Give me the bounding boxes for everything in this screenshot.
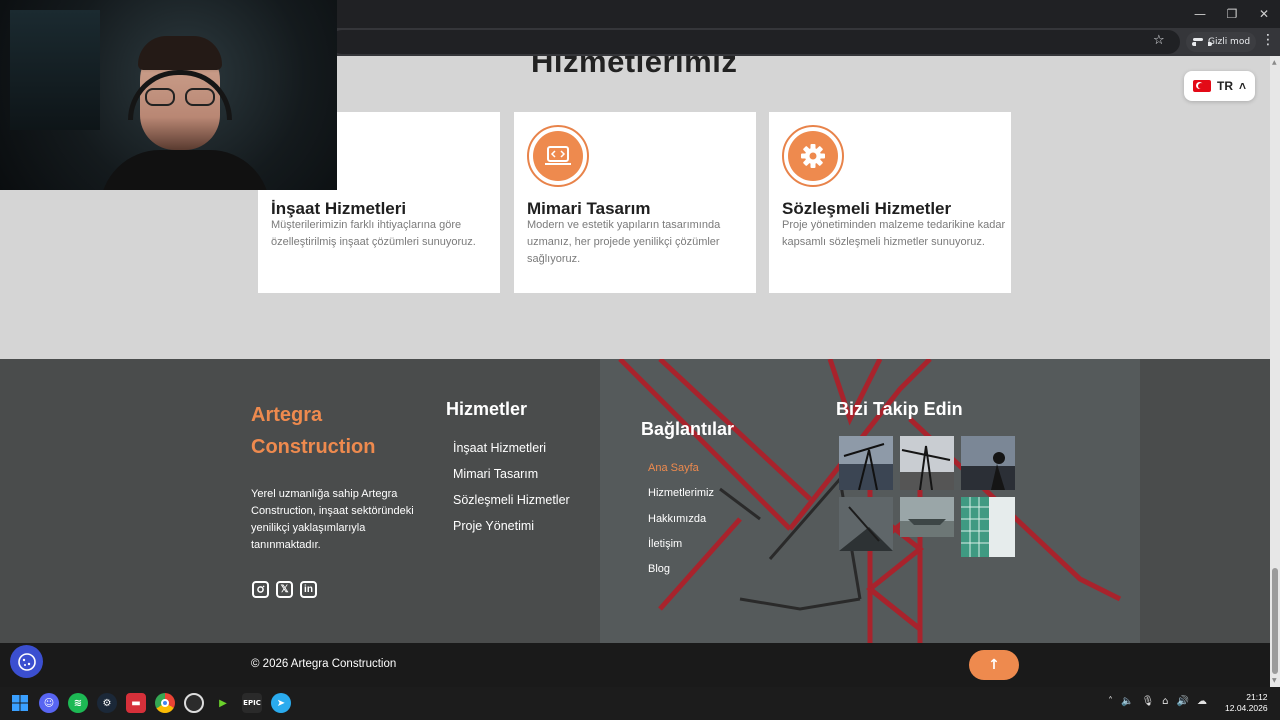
scroll-up-arrow-icon[interactable]: ▲ xyxy=(1272,59,1277,66)
footer-follow-title: Bizi Takip Edin xyxy=(836,399,963,419)
service-card-description: Proje yönetiminden malzeme tedarikine ka… xyxy=(782,219,1006,248)
taskbar-clock[interactable]: 21:12 12.04.2026 xyxy=(1225,692,1268,714)
chevron-up-icon: ˄ xyxy=(1238,79,1246,93)
service-card-title: İnşaat Hizmetleri xyxy=(271,199,407,218)
windows-start-icon[interactable] xyxy=(10,693,30,713)
webcam-person-body xyxy=(100,150,270,190)
gallery-thumbnail[interactable] xyxy=(839,497,893,551)
gallery-thumbnail[interactable] xyxy=(961,436,1015,490)
taskbar-apps: ☺ ≋ ⚙ ▬ ▶ EPIC ➤ xyxy=(10,693,291,713)
copyright-text: © 2026 Artegra Construction xyxy=(251,658,397,670)
volume-icon[interactable]: 🔊 xyxy=(1177,696,1189,707)
clock-time: 21:12 xyxy=(1246,692,1268,702)
service-card-description: Müşterilerimizin farklı ihtiyaçlarına gö… xyxy=(271,219,476,248)
steam-icon[interactable]: ⚙ xyxy=(97,693,117,713)
turkey-flag-icon xyxy=(1192,80,1211,92)
gallery-thumbnail[interactable] xyxy=(839,436,893,490)
site-footer: Artegra Construction Yerel uzmanlığa sah… xyxy=(0,359,1270,643)
social-links: 𝕏 in xyxy=(252,581,317,598)
gear-icon xyxy=(782,125,844,187)
window-controls: — ❐ ✕ xyxy=(1184,0,1280,28)
laptop-code-icon xyxy=(527,125,589,187)
arrow-up-icon: ↑ xyxy=(988,657,1000,673)
gallery-thumbnail[interactable] xyxy=(961,497,1015,557)
network-icon[interactable]: ⌂ xyxy=(1162,696,1168,707)
brand-line-2: Construction xyxy=(251,436,376,458)
footer-service-link[interactable]: Proje Yönetimi xyxy=(453,519,570,545)
footer-services-title: Hizmetler xyxy=(446,399,528,419)
browser-menu-icon[interactable]: ⋮ xyxy=(1261,32,1275,48)
footer-link-home[interactable]: Ana Sayfa xyxy=(648,462,714,487)
clock-date: 12.04.2026 xyxy=(1225,703,1268,713)
section-title: Hizmetlerimiz xyxy=(531,56,738,79)
footer-links-list: Ana Sayfa Hizmetlerimiz Hakkımızda İleti… xyxy=(648,462,714,588)
linkedin-icon[interactable]: in xyxy=(300,581,317,598)
service-card-title: Mimari Tasarım xyxy=(527,199,651,218)
epic-games-icon[interactable]: EPIC xyxy=(242,693,262,713)
glasses-icon xyxy=(145,88,215,106)
footer-service-link[interactable]: İnşaat Hizmetleri xyxy=(453,441,570,467)
speaker-icon[interactable]: 🔈 xyxy=(1121,696,1133,707)
app-green-icon[interactable]: ▶ xyxy=(213,693,233,713)
minimize-icon[interactable]: — xyxy=(1184,0,1216,28)
brand-line-1: Artegra xyxy=(251,404,323,426)
spotify-icon[interactable]: ≋ xyxy=(68,693,88,713)
telegram-icon[interactable]: ➤ xyxy=(271,693,291,713)
obs-icon[interactable] xyxy=(184,693,204,713)
footer-brand[interactable]: Artegra Construction xyxy=(251,399,411,463)
incognito-label: Gizli mod xyxy=(1208,37,1251,47)
restore-icon[interactable]: ❐ xyxy=(1216,0,1248,28)
system-tray: ˄ 🔈 🎙 ⌂ 🔊 ☁ xyxy=(1108,696,1207,707)
microphone-icon[interactable]: 🎙 xyxy=(1141,696,1154,707)
scrollbar-thumb[interactable] xyxy=(1272,568,1278,674)
service-card-description: Modern ve estetik yapıların tasarımında … xyxy=(527,219,721,265)
weather-icon[interactable]: ☁ xyxy=(1197,696,1207,707)
footer-bottom-bar: © 2026 Artegra Construction ↑ xyxy=(0,643,1270,687)
service-card[interactable]: Mimari Tasarım Modern ve estetik yapılar… xyxy=(514,112,756,293)
service-card[interactable]: Sözleşmeli Hizmetler Proje yönetiminden … xyxy=(769,112,1011,293)
footer-link-contact[interactable]: İletişim xyxy=(648,538,714,563)
address-bar[interactable] xyxy=(330,30,1180,54)
footer-service-link[interactable]: Mimari Tasarım xyxy=(453,467,570,493)
bookmark-star-icon[interactable]: ☆ xyxy=(1153,33,1165,48)
service-card-title: Sözleşmeli Hizmetler xyxy=(782,199,952,218)
incognito-badge[interactable]: Gizli mod xyxy=(1186,32,1257,52)
app-red-icon[interactable]: ▬ xyxy=(126,693,146,713)
gallery-thumbnail[interactable] xyxy=(900,497,954,537)
close-icon[interactable]: ✕ xyxy=(1248,0,1280,28)
scroll-to-top-button[interactable]: ↑ xyxy=(969,650,1019,680)
footer-link-blog[interactable]: Blog xyxy=(648,563,714,588)
language-code: TR xyxy=(1216,79,1233,93)
footer-link-services[interactable]: Hizmetlerimiz xyxy=(648,487,714,512)
footer-about-text: Yerel uzmanlığa sahip Artegra Constructi… xyxy=(251,488,414,551)
gallery-thumbnail[interactable] xyxy=(900,436,954,490)
x-icon[interactable]: 𝕏 xyxy=(276,581,293,598)
chrome-icon[interactable] xyxy=(155,693,175,713)
language-switcher[interactable]: TR ˄ xyxy=(1184,71,1255,101)
instagram-icon[interactable] xyxy=(252,581,269,598)
cookie-settings-icon[interactable] xyxy=(10,645,43,678)
footer-links-title: Bağlantılar xyxy=(641,419,735,439)
webcam-background xyxy=(10,10,100,130)
discord-icon[interactable]: ☺ xyxy=(39,693,59,713)
windows-taskbar: ☺ ≋ ⚙ ▬ ▶ EPIC ➤ ˄ 🔈 🎙 ⌂ 🔊 ☁ 21:12 12.04… xyxy=(0,687,1280,720)
footer-services-list: İnşaat Hizmetleri Mimari Tasarım Sözleşm… xyxy=(453,441,570,545)
footer-link-about[interactable]: Hakkımızda xyxy=(648,513,714,538)
incognito-icon xyxy=(1192,38,1212,46)
webcam-person-hair xyxy=(138,36,222,70)
scroll-down-arrow-icon[interactable]: ▼ xyxy=(1272,677,1277,684)
tray-chevron-up-icon[interactable]: ˄ xyxy=(1108,696,1113,707)
instagram-gallery xyxy=(839,436,1019,560)
footer-service-link[interactable]: Sözleşmeli Hizmetler xyxy=(453,493,570,519)
page-scrollbar[interactable]: ▲ ▼ xyxy=(1270,56,1280,687)
webcam-overlay xyxy=(0,0,337,190)
